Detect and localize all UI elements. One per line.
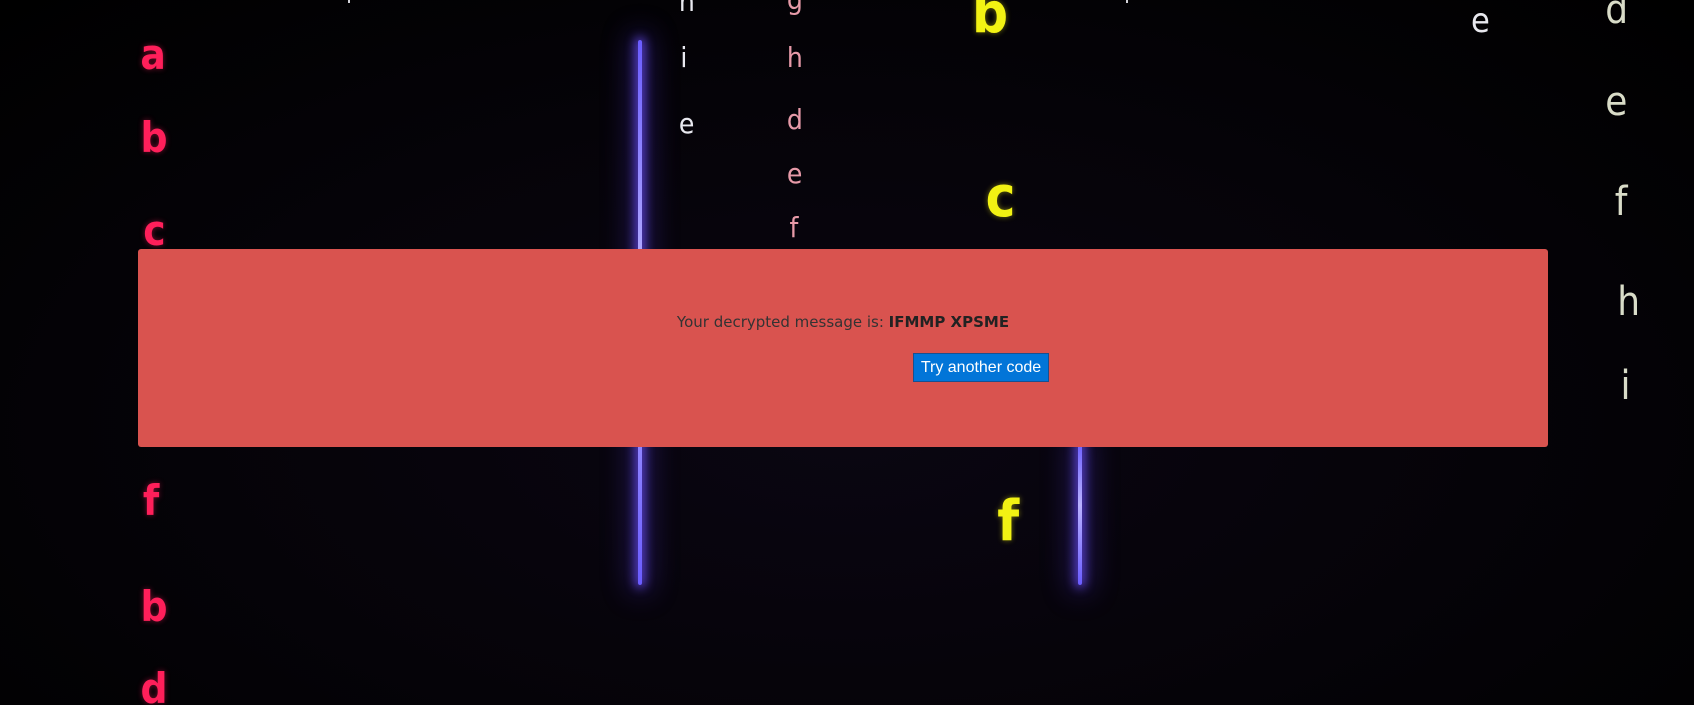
result-panel: Your decrypted message is: IFMMP XPSME T… (138, 249, 1548, 447)
falling-letter: a (140, 30, 166, 79)
falling-letter: h (786, 41, 803, 74)
falling-letter: d (1605, 0, 1629, 33)
falling-letter: b (140, 113, 168, 162)
falling-letter: b (972, 0, 1009, 46)
falling-letter: d (786, 103, 803, 136)
message-value: IFMMP XPSME (888, 313, 1010, 331)
falling-letter: i (1620, 363, 1631, 409)
falling-letter: e (1605, 79, 1628, 125)
falling-letter: g (787, 0, 803, 14)
falling-letter: h (1617, 279, 1641, 325)
decrypted-message: Your decrypted message is: IFMMP XPSME (138, 313, 1548, 331)
falling-letter: d (140, 664, 168, 705)
falling-letter: e (678, 107, 695, 140)
falling-letter: f (789, 211, 799, 244)
falling-letter: b (140, 582, 168, 631)
message-prefix: Your decrypted message is: (676, 313, 889, 331)
try-another-code-button[interactable]: Try another code (913, 353, 1049, 382)
falling-letter: i (680, 41, 688, 74)
falling-letter: f (142, 476, 160, 525)
falling-letter: h (678, 0, 695, 18)
falling-letter: e (786, 157, 803, 190)
falling-letter: i (346, 0, 352, 8)
falling-letter: i (1124, 0, 1130, 8)
falling-letter: f (1614, 179, 1628, 225)
falling-letter: f (997, 489, 1020, 554)
matrix-background: a b c f b d h i e g h d e f b c f e d e … (0, 0, 1694, 705)
falling-letter: e (1471, 1, 1490, 41)
falling-letter: c (985, 165, 1016, 230)
falling-letter: c (143, 206, 166, 255)
light-streak (1078, 440, 1082, 585)
